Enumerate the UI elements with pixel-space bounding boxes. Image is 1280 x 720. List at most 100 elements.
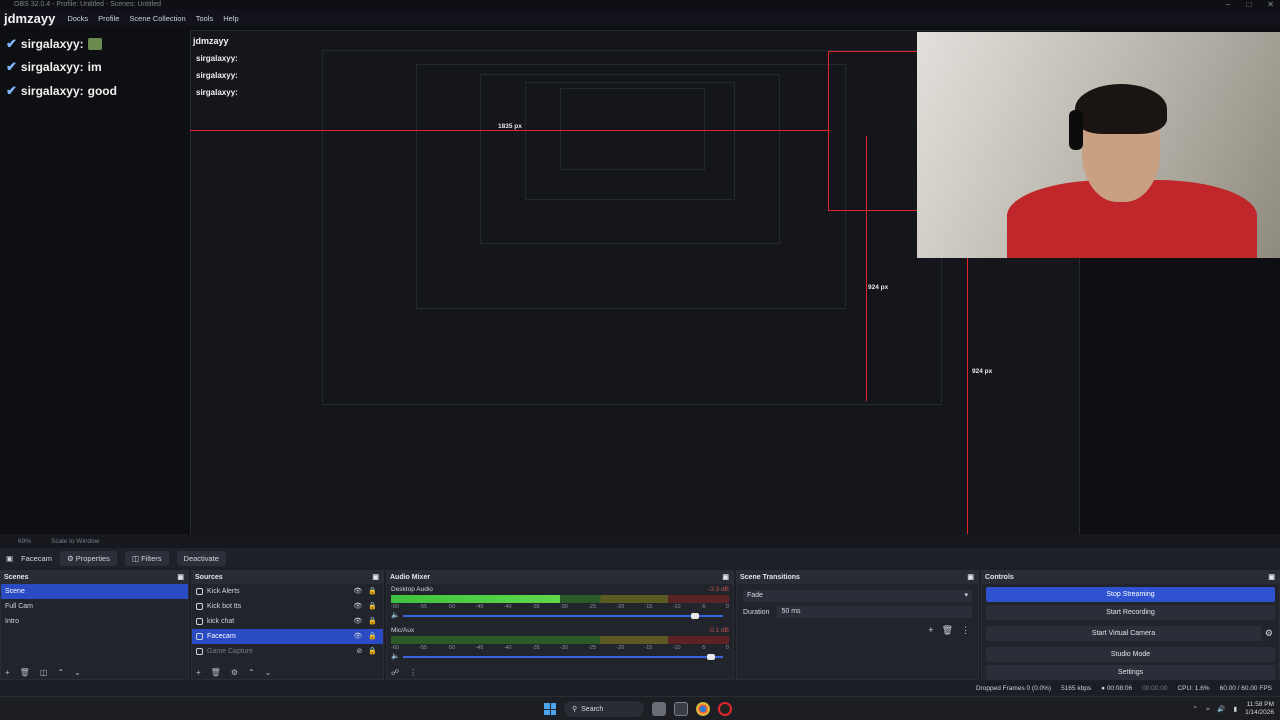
source-item[interactable]: kick chat 👁 🔒	[192, 614, 383, 629]
search-icon: ⚲	[572, 706, 578, 713]
chat-user: sirgalaxyy:	[20, 84, 84, 98]
more-icon[interactable]: ⋮	[409, 668, 417, 677]
eye-icon[interactable]: 👁	[353, 614, 362, 629]
start-recording-button[interactable]: Start Recording	[986, 605, 1275, 620]
eye-hidden-icon[interactable]: ⊘	[356, 644, 362, 659]
meter-tick: -25	[588, 604, 597, 610]
chevron-up-icon[interactable]: ⌃	[57, 668, 64, 677]
battery-icon[interactable]: ▮	[1234, 705, 1238, 713]
deactivate-button[interactable]: Deactivate	[176, 550, 226, 566]
filter-icon[interactable]: ◫	[40, 668, 48, 677]
gear-icon[interactable]: ⚙	[1265, 628, 1273, 639]
width-measure-label: 1835 px	[498, 123, 522, 130]
properties-button[interactable]: ⚙ Properties	[59, 550, 117, 566]
taskbar-search[interactable]: ⚲ Search	[564, 701, 644, 717]
volume-meter	[391, 595, 729, 603]
source-item[interactable]: Kick bot tts 👁 🔒	[192, 599, 383, 614]
close-icon[interactable]: ✕	[1267, 0, 1274, 9]
status-bar: Dropped Frames 0 (0.0%) 5165 kbps ● 00:0…	[0, 682, 1280, 694]
lock-icon[interactable]: 🔒	[368, 644, 377, 659]
zoom-level[interactable]: 69%	[18, 538, 31, 545]
browser-source-icon	[196, 588, 203, 595]
menu-tools[interactable]: Tools	[196, 14, 214, 23]
chevron-up-icon[interactable]: ⌃	[1192, 705, 1197, 713]
channel-db: -0.1 dB	[708, 627, 729, 634]
menu-help[interactable]: Help	[223, 14, 238, 23]
meter-tick: -15	[644, 604, 653, 610]
cpu-usage: CPU: 1.6%	[1177, 684, 1210, 692]
menu-scene-collection[interactable]: Scene Collection	[129, 14, 185, 23]
preview-canvas[interactable]: ✔ sirgalaxyy: ✔ sirgalaxyy: im ✔ sirgala…	[0, 26, 1280, 534]
trash-icon[interactable]: 🗑	[211, 668, 221, 677]
lock-icon[interactable]: 🔒	[368, 599, 377, 614]
dock-undock-icon[interactable]: ▣	[1268, 571, 1275, 584]
source-icon: ▣	[6, 553, 14, 563]
duration-input[interactable]: 50 ms	[777, 606, 972, 618]
trash-icon[interactable]: 🗑	[942, 625, 953, 636]
checkmark-icon: ✔	[6, 36, 17, 51]
link-icon[interactable]: ☍	[391, 668, 399, 677]
windows-start-icon[interactable]	[544, 703, 556, 715]
speaker-icon[interactable]: 🔈	[391, 652, 400, 660]
lock-icon[interactable]: 🔒	[368, 629, 377, 644]
studio-mode-button[interactable]: Studio Mode	[986, 647, 1275, 662]
speaker-icon[interactable]: 🔈	[391, 611, 400, 619]
measure-line-vertical	[967, 256, 968, 534]
meter-tick: -60	[391, 604, 399, 610]
menu-profile[interactable]: Profile	[98, 14, 119, 23]
start-virtual-camera-button[interactable]: Start Virtual Camera	[986, 626, 1261, 641]
meter-ticks: -60 -55 -50 -45 -40 -35 -30 -25 -20 -15 -10 -5 0	[391, 604, 729, 610]
add-icon[interactable]: +	[928, 625, 933, 636]
audio-mixer-dock: Audio Mixer ▣ Desktop Audio -3.3 dB -60 -55…	[386, 570, 734, 680]
eye-icon[interactable]: 👁	[353, 629, 362, 644]
chevron-down-icon[interactable]: ⌄	[265, 668, 272, 677]
app-icon[interactable]	[652, 702, 666, 716]
task-view-icon[interactable]	[674, 702, 688, 716]
scenes-dock: Scenes ▣ Scene Full Cam Intro + 🗑 ◫ ⌃ ⌄	[0, 570, 189, 680]
filters-button[interactable]: ◫ Filters	[124, 550, 169, 566]
gear-icon[interactable]: ⚙	[231, 668, 238, 677]
bitrate: 5165 kbps	[1061, 684, 1092, 692]
more-icon[interactable]: ⋮	[961, 625, 970, 636]
obs-icon[interactable]	[718, 702, 732, 716]
menu-docks[interactable]: Docks	[67, 14, 88, 23]
settings-button[interactable]: Settings	[986, 665, 1275, 680]
scene-item[interactable]: Scene	[1, 584, 188, 599]
volume-slider[interactable]: 🔈	[391, 611, 729, 619]
scene-item[interactable]: Intro	[1, 614, 188, 629]
eye-icon[interactable]: 👁	[353, 584, 362, 599]
scale-mode[interactable]: Scale to Window	[51, 538, 99, 545]
source-item[interactable]: Kick Alerts 👁 🔒	[192, 584, 383, 599]
maximize-icon[interactable]: □	[1246, 0, 1251, 9]
dock-undock-icon[interactable]: ▣	[722, 571, 729, 584]
meter-ticks: -60 -55 -50 -45 -40 -35 -30 -25 -20 -15 -10 -5 0	[391, 645, 729, 651]
volume-slider[interactable]: 🔈	[391, 652, 729, 660]
lock-icon[interactable]: 🔒	[368, 584, 377, 599]
trash-icon[interactable]: 🗑	[20, 668, 30, 677]
source-item[interactable]: Facecam 👁 🔒	[192, 629, 383, 644]
chrome-icon[interactable]	[696, 702, 710, 716]
scene-item[interactable]: Full Cam	[1, 599, 188, 614]
chevron-down-icon[interactable]: ⌄	[74, 668, 81, 677]
chevron-up-icon[interactable]: ⌃	[248, 668, 255, 677]
source-item[interactable]: Game Capture ⊘ 🔒	[192, 644, 383, 659]
lock-icon[interactable]: 🔒	[368, 614, 377, 629]
minimize-icon[interactable]: –	[1226, 0, 1230, 9]
dock-undock-icon[interactable]: ▣	[372, 571, 379, 584]
wifi-icon[interactable]: ≈	[1206, 706, 1210, 713]
dock-undock-icon[interactable]: ▣	[967, 571, 974, 584]
eye-icon[interactable]: 👁	[353, 599, 362, 614]
transition-select[interactable]: Fade ▾	[743, 590, 972, 602]
add-icon[interactable]: +	[196, 668, 201, 677]
channel-name: Mic/Aux	[391, 627, 415, 634]
volume-icon[interactable]: 🔊	[1217, 705, 1225, 713]
browser-source-icon	[196, 603, 203, 610]
meter-tick: -5	[700, 645, 706, 651]
controls-dock: Controls ▣ Stop Streaming Start Recording…	[981, 570, 1280, 680]
stop-streaming-button[interactable]: Stop Streaming	[986, 587, 1275, 602]
duration-row: Duration 50 ms	[743, 606, 972, 618]
channel-name: Desktop Audio	[391, 586, 433, 593]
clock[interactable]: 11:58 PM 1/14/2026	[1245, 701, 1274, 717]
add-icon[interactable]: +	[5, 668, 10, 677]
dock-undock-icon[interactable]: ▣	[177, 571, 184, 584]
